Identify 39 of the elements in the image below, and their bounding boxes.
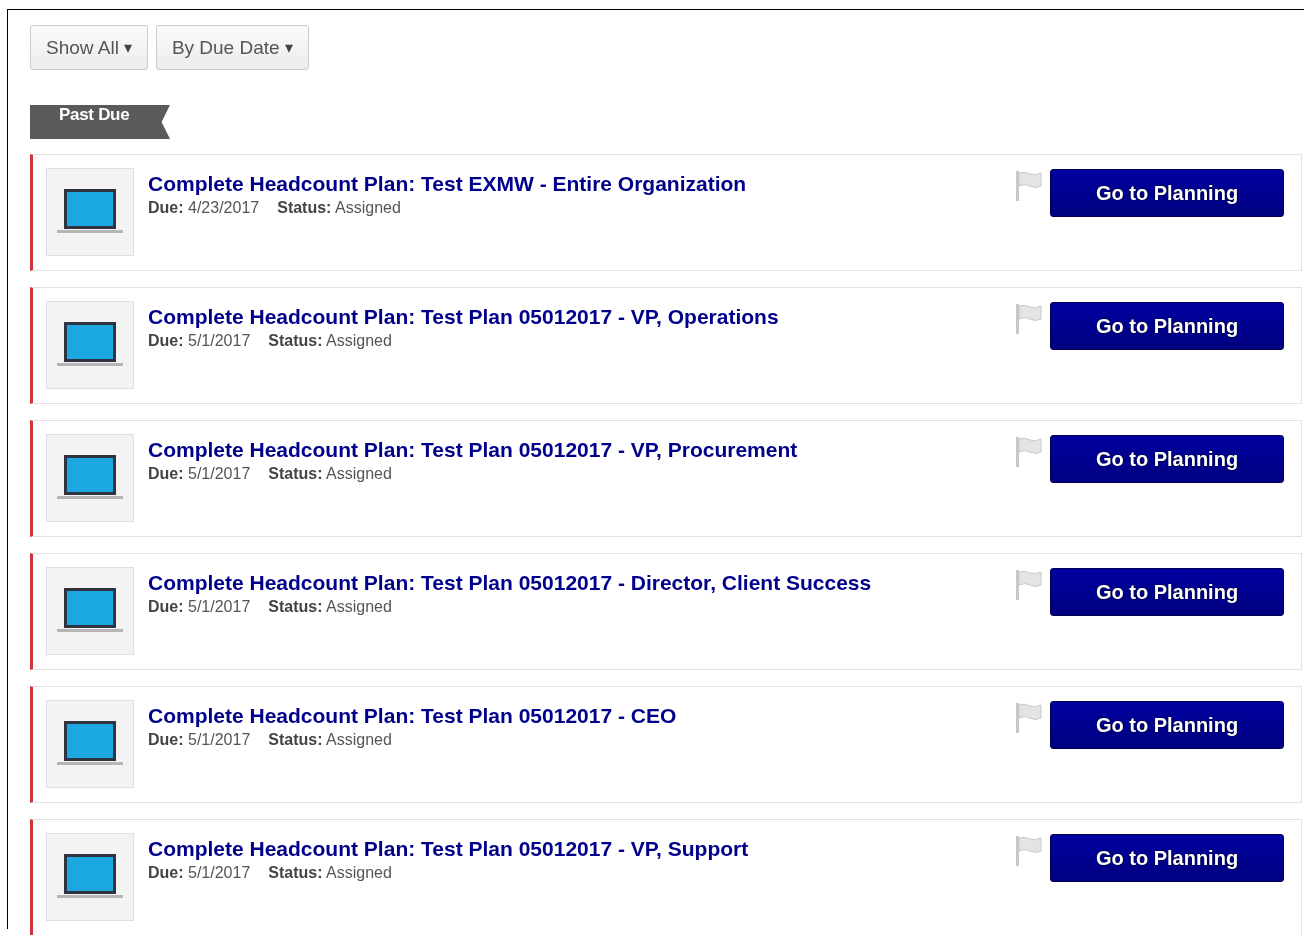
go-to-planning-button[interactable]: Go to Planning (1050, 435, 1284, 483)
go-to-planning-button[interactable]: Go to Planning (1050, 701, 1284, 749)
go-to-planning-button[interactable]: Go to Planning (1050, 568, 1284, 616)
flag-icon[interactable] (1016, 171, 1042, 201)
laptop-icon (57, 321, 123, 369)
flag-icon[interactable] (1016, 703, 1042, 733)
laptop-icon (57, 720, 123, 768)
status-text: Status: Assigned (268, 598, 392, 616)
flag-icon[interactable] (1016, 570, 1042, 600)
filter-dropdown[interactable]: Show All ▾ (30, 25, 148, 70)
laptop-icon (57, 587, 123, 635)
laptop-icon (57, 853, 123, 901)
status-text: Status: Assigned (268, 465, 392, 483)
flag-icon[interactable] (1016, 304, 1042, 334)
flag-icon[interactable] (1016, 836, 1042, 866)
status-text: Status: Assigned (268, 864, 392, 882)
laptop-icon (57, 454, 123, 502)
status-text: Status: Assigned (268, 731, 392, 749)
task-title-link[interactable]: Complete Headcount Plan: Test Plan 05012017 - VP, Operations (148, 305, 779, 329)
due-date-text: Due: 5/1/2017 (148, 598, 251, 616)
task-title-link[interactable]: Complete Headcount Plan: Test Plan 05012017 - VP, Support (148, 837, 749, 861)
status-text: Status: Assigned (268, 332, 392, 350)
due-date-text: Due: 5/1/2017 (148, 332, 251, 350)
go-to-planning-button[interactable]: Go to Planning (1050, 302, 1284, 350)
flag-icon[interactable] (1016, 437, 1042, 467)
due-date-text: Due: 5/1/2017 (148, 465, 251, 483)
laptop-icon (57, 188, 123, 236)
task-title-link[interactable]: Complete Headcount Plan: Test EXMW - Entire Organization (148, 172, 747, 196)
section-ribbon: Past Due (30, 105, 170, 139)
task-title-link[interactable]: Complete Headcount Plan: Test Plan 05012017 - Director, Client Success (148, 571, 872, 595)
status-text: Status: Assigned (277, 199, 401, 217)
due-date-text: Due: 4/23/2017 (148, 199, 260, 217)
filter-dropdown[interactable]: By Due Date ▾ (155, 25, 309, 70)
due-date-text: Due: 5/1/2017 (148, 731, 251, 749)
task-title-link[interactable]: Complete Headcount Plan: Test Plan 05012017 - CEO (148, 704, 677, 728)
go-to-planning-button[interactable]: Go to Planning (1050, 169, 1284, 217)
go-to-planning-button[interactable]: Go to Planning (1050, 834, 1284, 882)
due-date-text: Due: 5/1/2017 (148, 864, 251, 882)
task-title-link[interactable]: Complete Headcount Plan: Test Plan 05012017 - VP, Procurement (148, 438, 798, 462)
